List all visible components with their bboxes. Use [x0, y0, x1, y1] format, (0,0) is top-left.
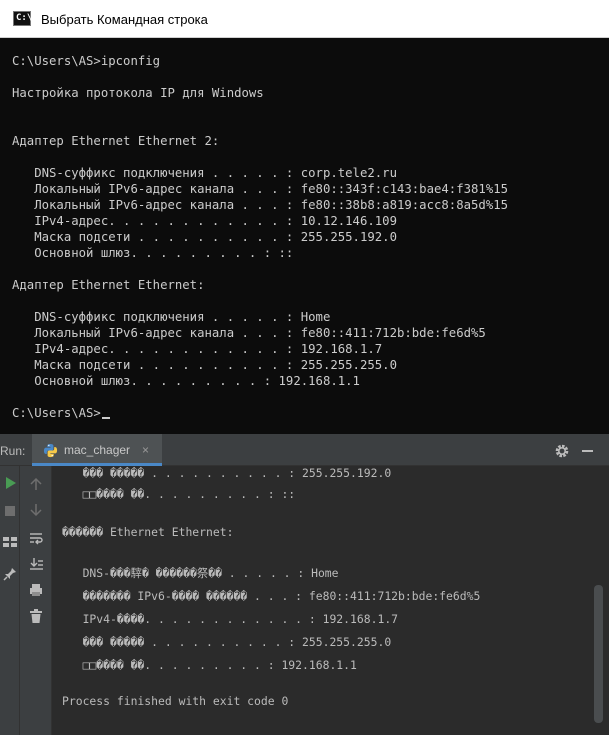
console-line: Основной шлюз. . . . . . . . . : :: [12, 246, 294, 260]
output-line: ������� IPv6-���� ������ . . . : fe80::4… [62, 589, 481, 603]
output-line: ��� ����� . . . . . . . . . . : 255.255.… [62, 635, 392, 649]
scroll-to-end-icon[interactable] [28, 556, 44, 572]
exit-status-line: Process finished with exit code 0 [62, 694, 289, 708]
arrow-down-icon[interactable] [28, 502, 44, 518]
print-icon[interactable] [28, 582, 44, 598]
console-line: DNS-суффикс подключения . . . . . : Home [12, 310, 331, 324]
soft-wrap-icon[interactable] [28, 530, 44, 546]
cmd-console[interactable]: C:\Users\AS>ipconfig Настройка протокола… [0, 38, 609, 434]
run-label: Run: [0, 444, 26, 458]
console-line: Настройка протокола IP для Windows [12, 86, 264, 100]
pin-icon[interactable] [2, 566, 18, 582]
console-line: DNS-суффикс подключения . . . . . : corp… [12, 166, 397, 180]
output-line: ��� ����� . . . . . . . . . . : 255.255.… [62, 466, 392, 480]
output-line: IPv4-����. . . . . . . . . . . . : 192.1… [62, 612, 399, 626]
console-line: IPv4-адрес. . . . . . . . . . . . : 192.… [12, 342, 383, 356]
run-console-output[interactable]: ��� ����� . . . . . . . . . . : 255.255.… [52, 466, 609, 735]
cmd-titlebar[interactable]: C:\ Выбрать Командная строка [0, 0, 609, 38]
layout-icon[interactable] [2, 534, 18, 550]
vertical-scrollbar[interactable] [594, 585, 603, 723]
console-line: Локальный IPv6-адрес канала . . . : fe80… [12, 182, 509, 196]
run-actions-toolbar [20, 466, 52, 735]
stop-icon[interactable] [2, 503, 18, 519]
minimize-icon[interactable] [582, 450, 593, 452]
output-line: DNS-���䮨� ������祭�� . . . . . : Home [62, 566, 339, 580]
text-cursor [101, 417, 110, 419]
output-line: □□���� ��. . . . . . . . . : 192.168.1.1 [62, 658, 357, 672]
output-line: ������ Ethernet Ethernet: [62, 525, 234, 539]
trash-icon[interactable] [28, 608, 44, 624]
run-icon[interactable] [2, 475, 18, 491]
python-icon [43, 443, 58, 458]
console-line: Маска подсети . . . . . . . . . . : 255.… [12, 230, 397, 244]
cmd-icon-glyph: C:\ [16, 13, 33, 23]
console-line: Локальный IPv6-адрес канала . . . : fe80… [12, 198, 509, 212]
close-tab-button[interactable]: × [142, 442, 149, 458]
gear-icon[interactable] [554, 443, 570, 459]
console-line: IPv4-адрес. . . . . . . . . . . . : 10.1… [12, 214, 397, 228]
console-line: Основной шлюз. . . . . . . . . : 192.168… [12, 374, 360, 388]
output-line: □□���� ��. . . . . . . . . : :: [62, 487, 296, 501]
console-line: Локальный IPv6-адрес канала . . . : fe80… [12, 326, 486, 340]
run-panel: Run: mac_chager × ��� ����� . . . . . . … [0, 434, 609, 735]
window-title: Выбрать Командная строка [41, 12, 208, 27]
run-tab-mac-chager[interactable]: mac_chager × [32, 434, 162, 466]
console-line: Адаптер Ethernet Ethernet 2: [12, 134, 220, 148]
console-line: C:\Users\AS>ipconfig [12, 54, 161, 68]
console-prompt-line[interactable]: C:\Users\AS> [12, 405, 110, 421]
arrow-up-icon[interactable] [28, 476, 44, 492]
cmd-icon: C:\ [13, 11, 33, 26]
console-prompt: C:\Users\AS> [12, 406, 101, 420]
console-line: Адаптер Ethernet Ethernet: [12, 278, 205, 292]
run-tab-label: mac_chager [64, 443, 131, 457]
run-header: Run: mac_chager × [0, 434, 609, 466]
console-line: Маска подсети . . . . . . . . . . : 255.… [12, 358, 397, 372]
run-side-toolbar [0, 466, 20, 735]
